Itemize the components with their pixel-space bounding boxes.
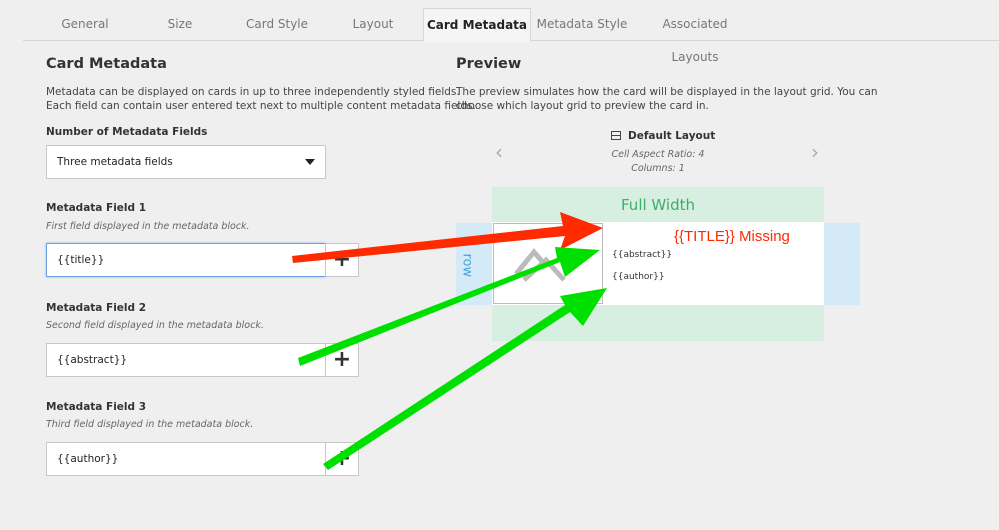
- annotation-arrows: [292, 212, 607, 470]
- red-arrow: [292, 212, 603, 263]
- green-arrow-2: [323, 288, 607, 470]
- green-arrow-1: [298, 247, 600, 366]
